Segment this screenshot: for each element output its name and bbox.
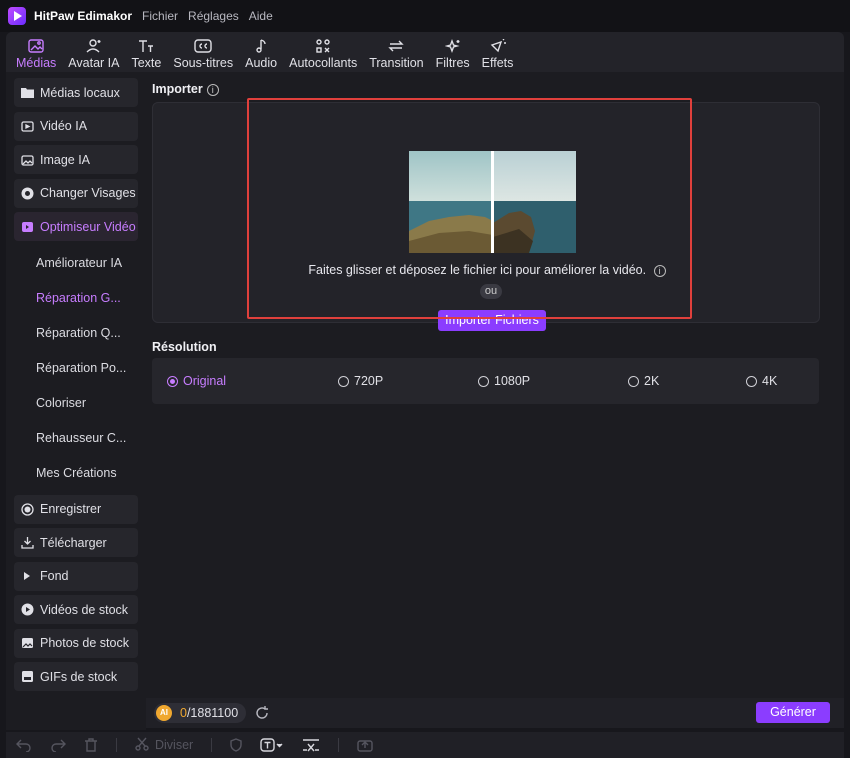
menu-reglages[interactable]: Réglages bbox=[188, 9, 239, 23]
tab-avatar-ia[interactable]: Avatar IA bbox=[62, 32, 125, 72]
refresh-icon[interactable] bbox=[254, 705, 270, 721]
timeline-toolbar: Diviser bbox=[6, 732, 844, 758]
tab-transition[interactable]: Transition bbox=[363, 32, 429, 72]
or-badge: ou bbox=[480, 284, 502, 299]
export-icon[interactable] bbox=[357, 738, 373, 752]
app-name: HitPaw Edimakor bbox=[34, 9, 133, 23]
play-triangle-icon bbox=[20, 569, 34, 583]
toolbar-divider bbox=[116, 738, 117, 752]
generate-button[interactable]: Générer bbox=[756, 702, 830, 723]
credits-bar: AI 0/1881100 Générer bbox=[146, 698, 844, 728]
filters-icon bbox=[444, 38, 462, 54]
sidebar-item-telecharger[interactable]: Télécharger bbox=[14, 528, 138, 557]
tab-medias[interactable]: Médias bbox=[10, 32, 62, 72]
delete-icon[interactable] bbox=[84, 738, 98, 752]
sidebar-item-video-ia[interactable]: Vidéo IA bbox=[14, 111, 138, 141]
radio-720p[interactable]: 720P bbox=[338, 374, 383, 388]
radio-dot bbox=[167, 375, 178, 387]
redo-icon[interactable] bbox=[50, 738, 66, 752]
sidebar-subitem-reparation-g[interactable]: Réparation G... bbox=[14, 281, 138, 316]
main-panel: Importer i Faites glisser et déposez le … bbox=[146, 72, 844, 698]
sidebar-item-medias-locaux[interactable]: Médias locaux bbox=[14, 78, 138, 107]
sidebar: Médias locaux Vidéo IA Image IA Changer … bbox=[6, 72, 146, 730]
tab-autocollants[interactable]: Autocollants bbox=[283, 32, 363, 72]
sidebar-subitem-ameliorateur-ia[interactable]: Améliorateur IA bbox=[14, 246, 138, 281]
import-files-button[interactable]: Importer Fichiers bbox=[438, 310, 546, 331]
credits-used: 0 bbox=[180, 706, 187, 720]
app-logo-icon bbox=[8, 7, 26, 25]
info-icon[interactable]: i bbox=[206, 83, 219, 96]
menu-aide[interactable]: Aide bbox=[249, 9, 273, 23]
effects-icon bbox=[489, 38, 507, 54]
sidebar-item-gifs-de-stock[interactable]: GIFs de stock bbox=[14, 662, 138, 691]
resolution-options: Original 720P 1080P 2K 4K bbox=[152, 358, 819, 404]
radio-1080p[interactable]: 1080P bbox=[478, 374, 530, 388]
title-bar: HitPaw Edimakor Fichier Réglages Aide bbox=[0, 0, 850, 32]
transition-icon bbox=[387, 38, 405, 54]
importer-section-title: Importer i bbox=[152, 82, 219, 96]
sidebar-item-enregistrer[interactable]: Enregistrer bbox=[14, 494, 138, 524]
sidebar-item-changer-visages[interactable]: Changer Visages bbox=[14, 178, 138, 208]
face-swap-icon bbox=[20, 186, 34, 200]
avatar-icon bbox=[85, 38, 103, 54]
drop-instruction: Faites glisser et déposez le fichier ici… bbox=[153, 263, 821, 277]
text-icon bbox=[137, 38, 155, 54]
sidebar-item-videos-de-stock[interactable]: Vidéos de stock bbox=[14, 595, 138, 624]
gif-icon bbox=[20, 670, 34, 684]
folder-icon bbox=[20, 86, 34, 100]
tab-texte[interactable]: Texte bbox=[125, 32, 167, 72]
sidebar-item-fond[interactable]: Fond bbox=[14, 561, 138, 591]
shield-icon[interactable] bbox=[230, 738, 242, 752]
split-button[interactable]: Diviser bbox=[135, 737, 193, 754]
tab-effets[interactable]: Effets bbox=[476, 32, 520, 72]
radio-dot bbox=[338, 375, 349, 387]
undo-icon[interactable] bbox=[16, 738, 32, 752]
resolution-section-title: Résolution bbox=[152, 340, 217, 354]
tab-audio[interactable]: Audio bbox=[239, 32, 283, 72]
ai-video-icon bbox=[20, 119, 34, 133]
media-icon bbox=[27, 38, 45, 54]
sidebar-item-photos-de-stock[interactable]: Photos de stock bbox=[14, 628, 138, 658]
credits-total: /1881100 bbox=[186, 706, 239, 720]
radio-dot bbox=[478, 375, 489, 387]
sidebar-subitem-rehausseur-c[interactable]: Rehausseur C... bbox=[14, 421, 138, 456]
sidebar-subitem-mes-creations[interactable]: Mes Créations bbox=[14, 456, 138, 491]
tab-sous-titres[interactable]: Sous-titres bbox=[167, 32, 239, 72]
sidebar-subitem-reparation-q[interactable]: Réparation Q... bbox=[14, 316, 138, 351]
radio-4k[interactable]: 4K bbox=[746, 374, 777, 388]
stock-video-icon bbox=[20, 603, 34, 617]
stock-photo-icon bbox=[20, 636, 34, 650]
main-toolbar: Médias Avatar IA Texte Sous-titres Audio… bbox=[6, 32, 844, 72]
credits-counter: AI 0/1881100 bbox=[154, 703, 247, 723]
cut-clip-icon[interactable] bbox=[302, 738, 320, 752]
subtitles-icon bbox=[194, 38, 212, 54]
radio-2k[interactable]: 2K bbox=[628, 374, 659, 388]
video-enhancer-icon bbox=[20, 220, 34, 234]
stickers-icon bbox=[314, 38, 332, 54]
drop-info-icon[interactable]: i bbox=[653, 264, 666, 277]
sidebar-item-image-ia[interactable]: Image IA bbox=[14, 145, 138, 174]
sidebar-item-optimiseur-video[interactable]: Optimiseur Vidéo bbox=[14, 212, 138, 241]
tab-filtres[interactable]: Filtres bbox=[430, 32, 476, 72]
radio-dot bbox=[746, 375, 757, 387]
toolbar-divider bbox=[338, 738, 340, 752]
record-icon bbox=[20, 502, 34, 516]
scissors-icon bbox=[135, 737, 149, 754]
ai-image-icon bbox=[20, 153, 34, 167]
coin-icon: AI bbox=[156, 705, 172, 721]
audio-icon bbox=[252, 38, 270, 54]
toolbar-divider bbox=[211, 738, 213, 752]
sidebar-subitem-reparation-po[interactable]: Réparation Po... bbox=[14, 351, 138, 386]
download-icon bbox=[20, 536, 34, 550]
radio-original[interactable]: Original bbox=[167, 374, 226, 388]
file-drop-zone[interactable]: Faites glisser et déposez le fichier ici… bbox=[152, 102, 821, 331]
before-after-preview-image bbox=[409, 151, 576, 253]
radio-dot bbox=[628, 375, 639, 387]
menu-fichier[interactable]: Fichier bbox=[142, 9, 178, 23]
text-tool-dropdown[interactable] bbox=[260, 738, 284, 752]
sidebar-subitem-coloriser[interactable]: Coloriser bbox=[14, 386, 138, 421]
